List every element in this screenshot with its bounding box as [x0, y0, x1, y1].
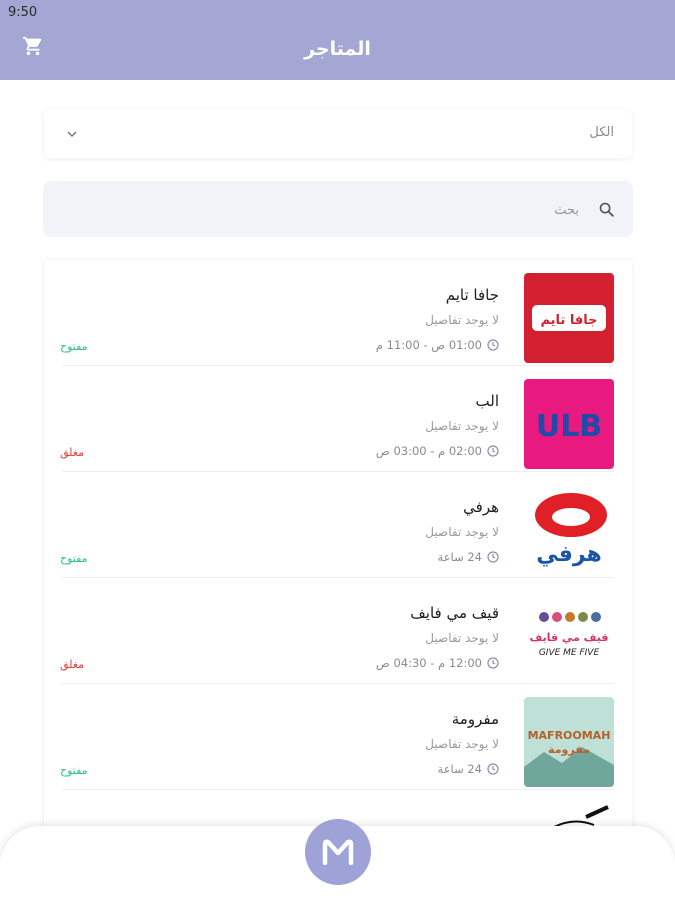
store-hours: 01:00 ص - 11:00 م — [376, 338, 499, 352]
app-header: 9:50 المتاجر — [0, 0, 675, 80]
herfy-logo: هرفي — [524, 485, 614, 575]
store-details: لا يوجد تفاصيل — [425, 525, 499, 539]
filter-selected-value: الكل — [589, 125, 614, 140]
java-time-logo: جافا تايم — [524, 273, 614, 363]
store-name: هرفي — [463, 498, 499, 516]
app-logo-icon — [322, 839, 354, 865]
store-details: لا يوجد تفاصيل — [425, 313, 499, 327]
store-details: لا يوجد تفاصيل — [425, 419, 499, 433]
ulb-logo: ULB — [524, 379, 614, 469]
clock-icon — [487, 339, 499, 351]
chevron-down-icon — [67, 131, 77, 138]
herfy-logo-text: هرفي — [536, 542, 602, 567]
store-hours-text: 01:00 ص - 11:00 م — [375, 338, 482, 352]
store-row-herfy[interactable]: هرفي هرفي لا يوجد تفاصيل 24 ساعة مفتوح — [44, 472, 632, 578]
mafroomah-en-text: MAFROOMAH — [528, 729, 611, 742]
stores-list: جافا تايم جافا تايم لا يوجد تفاصيل 01:00… — [44, 260, 632, 840]
store-name: قيف مي فايف — [410, 604, 499, 622]
store-hours-text: 24 ساعة — [437, 762, 482, 776]
give-me-five-logo: قيف مي فايف GIVE ME FIVE — [524, 591, 614, 681]
java-time-logo-text: جافا تايم — [540, 313, 597, 328]
store-hours: 12:00 م - 04:30 ص — [376, 656, 499, 670]
give-me-five-ar-text: قيف مي فايف — [530, 631, 609, 644]
search-box — [43, 181, 633, 237]
clock-icon — [487, 657, 499, 669]
category-filter-dropdown[interactable]: الكل — [44, 110, 632, 158]
store-name: الب — [475, 392, 499, 410]
store-status-badge: مفتوح — [60, 552, 88, 565]
ulb-logo-text: ULB — [536, 409, 602, 444]
store-status-badge: مغلق — [60, 658, 85, 671]
mafroomah-ar-text: مفرومة — [548, 743, 590, 756]
store-status-badge: مغلق — [60, 446, 85, 459]
clock-icon — [487, 763, 499, 775]
store-details: لا يوجد تفاصيل — [425, 631, 499, 645]
store-name: جافا تايم — [445, 286, 499, 304]
store-status-badge: مفتوح — [60, 764, 88, 777]
clock-icon — [487, 551, 499, 563]
store-row-ulb[interactable]: ULB الب لا يوجد تفاصيل 02:00 م - 03:00 ص… — [44, 366, 632, 472]
home-logo-button[interactable] — [305, 819, 371, 885]
mafroomah-logo: MAFROOMAH مفرومة — [524, 697, 614, 787]
store-row-mafroomah[interactable]: MAFROOMAH مفرومة مفرومة لا يوجد تفاصيل 2… — [44, 684, 632, 790]
store-details: لا يوجد تفاصيل — [425, 737, 499, 751]
status-time: 9:50 — [8, 5, 38, 20]
store-row-give-me-five[interactable]: قيف مي فايف GIVE ME FIVE قيف مي فايف لا … — [44, 578, 632, 684]
page-title: المتاجر — [304, 38, 371, 60]
store-hours-text: 24 ساعة — [437, 550, 482, 564]
store-hours-text: 12:00 م - 04:30 ص — [375, 656, 482, 670]
store-row-java-time[interactable]: جافا تايم جافا تايم لا يوجد تفاصيل 01:00… — [44, 260, 632, 366]
search-input[interactable] — [59, 198, 581, 222]
store-hours: 24 ساعة — [438, 762, 499, 776]
store-hours: 24 ساعة — [438, 550, 499, 564]
give-me-five-en-text: GIVE ME FIVE — [539, 648, 600, 658]
store-hours: 02:00 م - 03:00 ص — [376, 444, 499, 458]
store-hours-text: 02:00 م - 03:00 ص — [375, 444, 482, 458]
store-name: مفرومة — [451, 710, 499, 728]
clock-icon — [487, 445, 499, 457]
store-status-badge: مفتوح — [60, 340, 88, 353]
search-icon[interactable] — [598, 201, 615, 218]
